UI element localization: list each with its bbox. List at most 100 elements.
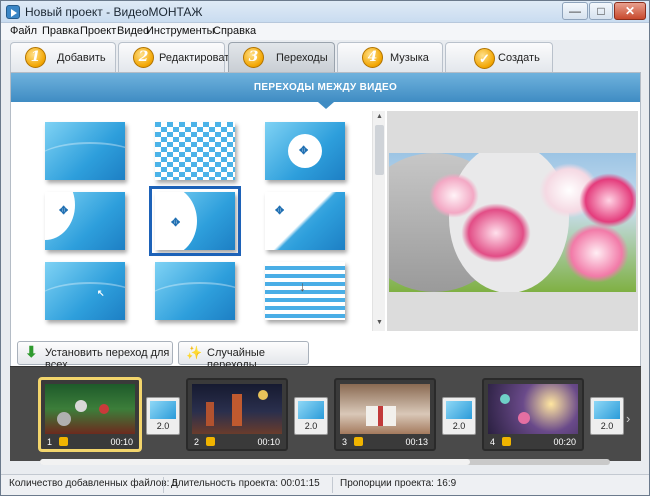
divider bbox=[332, 477, 333, 493]
clip-duration: 00:10 bbox=[110, 437, 133, 447]
clip-thumbnail bbox=[192, 384, 282, 434]
edit-pencil-icon[interactable] bbox=[206, 437, 215, 446]
magic-wand-icon: ✨ bbox=[186, 345, 203, 360]
menu-file[interactable]: Файл bbox=[10, 25, 37, 37]
menu-tools[interactable]: Инструменты bbox=[146, 25, 215, 37]
storyboard: 1 00:10 2.0 2 00:10 2.0 3 00:13 2.0 4 00… bbox=[10, 366, 641, 465]
minimize-button[interactable]: — bbox=[562, 2, 588, 20]
step-tabs: 1 Добавить 2 Редактировать 3 Переходы 4 … bbox=[1, 40, 649, 72]
clip-duration: 00:13 bbox=[405, 437, 428, 447]
menu-edit[interactable]: Правка bbox=[42, 25, 79, 37]
transition-fade[interactable]: ↖ bbox=[45, 262, 125, 320]
tab-edit[interactable]: 2 Редактировать bbox=[118, 42, 235, 72]
scrollbar-thumb[interactable] bbox=[40, 459, 470, 465]
clip-footer: 3 00:13 bbox=[340, 436, 430, 448]
transition-thumb bbox=[298, 401, 324, 419]
clip-2[interactable]: 2 00:10 bbox=[186, 378, 288, 451]
transition-circle[interactable]: ✥ bbox=[265, 122, 345, 180]
clip-index: 2 bbox=[194, 437, 200, 447]
transition-duration: 2.0 bbox=[452, 421, 466, 431]
edit-pencil-icon[interactable] bbox=[354, 437, 363, 446]
checkmark-icon: ✓ bbox=[474, 48, 495, 69]
step-four-icon: 4 bbox=[362, 47, 383, 68]
clip-3[interactable]: 3 00:13 bbox=[334, 378, 436, 451]
menu-project[interactable]: Проект bbox=[80, 25, 116, 37]
app-logo-icon bbox=[6, 5, 20, 19]
app-window: Новый проект - ВидеоМОНТАЖ — □ ✕ Файл Пр… bbox=[0, 0, 650, 496]
maximize-button[interactable]: □ bbox=[589, 2, 613, 20]
edit-pencil-icon[interactable] bbox=[502, 437, 511, 446]
status-files-count: Количество добавленных файлов: 5 bbox=[9, 478, 178, 489]
storyboard-scrollbar[interactable] bbox=[40, 459, 610, 465]
status-aspect-ratio: Пропорции проекта: 16:9 bbox=[340, 478, 457, 489]
transition-slot-3[interactable]: 2.0 bbox=[442, 397, 476, 435]
clip-4[interactable]: 4 00:20 bbox=[482, 378, 584, 451]
pink-flower bbox=[564, 223, 629, 283]
tab-label: Музыка bbox=[390, 52, 429, 64]
clip-footer: 1 00:10 bbox=[45, 436, 135, 448]
scroll-up-icon[interactable]: ▲ bbox=[376, 113, 383, 120]
tab-add[interactable]: 1 Добавить bbox=[10, 42, 116, 72]
edit-pencil-icon[interactable] bbox=[59, 437, 68, 446]
title-bar: Новый проект - ВидеоМОНТАЖ — □ ✕ bbox=[1, 1, 649, 23]
transition-duration: 2.0 bbox=[156, 421, 170, 431]
clip-index: 1 bbox=[47, 437, 53, 447]
scroll-right-icon[interactable]: › bbox=[626, 411, 630, 426]
apply-to-all-button[interactable]: ⬇ Установить переход для всех bbox=[17, 341, 173, 371]
transition-slot-2[interactable]: 2.0 bbox=[294, 397, 328, 435]
tab-create[interactable]: ✓ Создать bbox=[445, 42, 553, 72]
transition-blinds[interactable]: ↓ bbox=[265, 262, 345, 320]
tab-label: Переходы bbox=[276, 52, 328, 64]
magenta-flower bbox=[579, 173, 636, 228]
transition-duration: 2.0 bbox=[304, 421, 318, 431]
clip-footer: 4 00:20 bbox=[488, 436, 578, 448]
menu-video[interactable]: Видео bbox=[117, 25, 149, 37]
section-title: ПЕРЕХОДЫ МЕЖДУ ВИДЕО bbox=[11, 73, 640, 109]
gallery-scrollbar[interactable]: ▲ ▼ bbox=[372, 111, 385, 331]
clip-footer: 2 00:10 bbox=[192, 436, 282, 448]
menu-help[interactable]: Справка bbox=[213, 25, 256, 37]
transition-slot-4[interactable]: 2.0 bbox=[590, 397, 624, 435]
status-bar: Количество добавленных файлов: 5 Длитель… bbox=[1, 474, 649, 495]
move-arrows-icon: ✥ bbox=[171, 217, 181, 229]
tab-label: Редактировать bbox=[159, 52, 235, 64]
cursor-icon: ↖ bbox=[97, 288, 105, 298]
transition-diagonal[interactable]: ✥ bbox=[265, 192, 345, 250]
clip-index: 3 bbox=[342, 437, 348, 447]
shape bbox=[265, 192, 345, 250]
step-three-icon: 3 bbox=[243, 47, 264, 68]
transition-thumb bbox=[150, 401, 176, 419]
clip-thumbnail bbox=[488, 384, 578, 434]
move-arrows-icon: ✥ bbox=[59, 205, 69, 217]
transition-thumb bbox=[594, 401, 620, 419]
clip-index: 4 bbox=[490, 437, 496, 447]
clip-thumbnail bbox=[340, 384, 430, 434]
transition-checker[interactable] bbox=[155, 122, 235, 180]
transition-dissolve[interactable] bbox=[45, 122, 125, 180]
preview-image bbox=[389, 153, 636, 292]
move-arrows-icon: ✥ bbox=[275, 205, 285, 217]
pink-flower bbox=[461, 203, 531, 263]
clip-duration: 00:20 bbox=[553, 437, 576, 447]
transition-corner-circle[interactable]: ✥ bbox=[45, 192, 125, 250]
random-transitions-button[interactable]: ✨ Случайные переходы bbox=[178, 341, 309, 371]
divider bbox=[163, 477, 164, 493]
tab-transitions[interactable]: 3 Переходы bbox=[228, 42, 335, 72]
transition-slot-1[interactable]: 2.0 bbox=[146, 397, 180, 435]
clip-1[interactable]: 1 00:10 bbox=[39, 378, 141, 451]
close-button[interactable]: ✕ bbox=[614, 2, 646, 20]
clip-duration: 00:10 bbox=[257, 437, 280, 447]
transition-thumb bbox=[446, 401, 472, 419]
tab-label: Создать bbox=[498, 52, 540, 64]
scrollbar-thumb[interactable] bbox=[375, 125, 384, 175]
pink-flower bbox=[429, 173, 479, 218]
transition-half-circle-selected[interactable]: ✥ bbox=[149, 186, 241, 256]
status-project-duration: Длительность проекта: 00:01:15 bbox=[171, 478, 320, 489]
tab-music[interactable]: 4 Музыка bbox=[337, 42, 443, 72]
scroll-down-icon[interactable]: ▼ bbox=[376, 319, 383, 326]
tab-label: Добавить bbox=[57, 52, 106, 64]
green-arrow-down-icon: ⬇ bbox=[25, 344, 38, 361]
transition-plain[interactable] bbox=[155, 262, 235, 320]
transition-gallery: ✥ ✥ ✥ ✥ ↖ ↓ bbox=[17, 111, 379, 331]
move-arrows-icon: ✥ bbox=[299, 145, 309, 157]
